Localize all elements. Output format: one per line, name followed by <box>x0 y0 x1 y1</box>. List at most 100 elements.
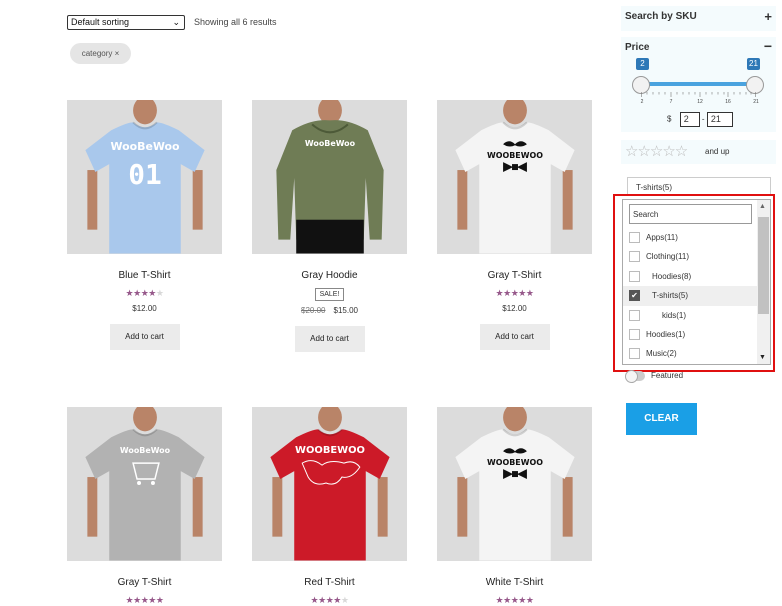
svg-text:WOOBEWOO: WOOBEWOO <box>487 458 543 467</box>
plus-icon[interactable]: + <box>764 9 772 24</box>
sku-filter-widget[interactable]: Search by SKU + <box>621 6 776 31</box>
rating-and-up-label: and up <box>705 147 730 156</box>
product-price: $12.00 <box>437 304 592 313</box>
active-filter-chip[interactable]: category × <box>70 43 131 64</box>
category-option[interactable]: Music(2) <box>623 344 757 363</box>
checkbox-icon[interactable] <box>629 270 640 282</box>
price-min-input[interactable]: 2 <box>679 112 700 127</box>
product-title[interactable]: White T-Shirt <box>437 577 592 588</box>
clear-button[interactable]: CLEAR <box>626 403 697 435</box>
price-tick-label: 7 <box>669 99 673 105</box>
product-rating: ★★★★★ <box>125 288 164 298</box>
svg-text:WOOBEWOO: WOOBEWOO <box>487 151 543 160</box>
product-image[interactable]: WOOBEWOO <box>437 407 592 561</box>
product-image[interactable]: WooBeWoo 01 <box>67 100 222 254</box>
checkbox-icon[interactable] <box>629 348 640 360</box>
category-search-input[interactable]: Search <box>629 204 752 224</box>
checkbox-icon[interactable] <box>629 232 640 243</box>
price-max-badge: 21 <box>747 58 760 70</box>
product-title[interactable]: Red T-Shirt <box>252 577 407 588</box>
add-to-cart-button[interactable]: Add to cart <box>479 324 550 350</box>
category-option-label: Hoodies(8) <box>652 271 692 281</box>
category-option[interactable]: ✔ T-shirts(5) <box>623 286 757 306</box>
checkbox-icon[interactable] <box>629 309 640 321</box>
product-card[interactable]: WooBeWoo Gray Hoodie SALE! $20.00 $15.00 Add … <box>252 100 407 352</box>
product-image-graphic: WooBeWoo 01 <box>84 100 205 254</box>
product-image-graphic: WOOBEWOO <box>454 407 575 561</box>
product-title[interactable]: Blue T-Shirt <box>67 270 222 281</box>
category-option[interactable]: Hoodies(1) <box>623 325 757 344</box>
product-rating: ★★★★★ <box>495 595 534 605</box>
product-card[interactable]: WOOBEWOO White T-Shirt ★★★★★ <box>437 407 592 606</box>
category-option[interactable]: Apps(11) <box>623 228 757 247</box>
minus-icon[interactable]: − <box>764 38 772 54</box>
product-title[interactable]: Gray T-Shirt <box>437 270 592 281</box>
checkbox-icon[interactable] <box>629 251 640 263</box>
product-rating: ★★★★★ <box>125 595 164 605</box>
sort-select[interactable]: Default sorting ⌄ <box>67 15 185 30</box>
price-range-separator: - <box>701 114 705 124</box>
category-option-label: Clothing(11) <box>646 252 689 262</box>
svg-text:WOOBEWOO: WOOBEWOO <box>295 445 365 456</box>
product-title[interactable]: Gray T-Shirt <box>67 577 222 588</box>
scroll-up-icon[interactable]: ▲ <box>759 203 766 210</box>
featured-label: Featured <box>651 371 684 380</box>
sale-badge: SALE! <box>314 288 345 301</box>
product-price: $12.00 <box>67 304 222 313</box>
currency-symbol: $ <box>667 114 672 124</box>
price-tick-label: 21 <box>753 99 759 105</box>
svg-text:WooBeWoo: WooBeWoo <box>304 139 355 148</box>
add-to-cart-button[interactable]: Add to cart <box>294 326 365 352</box>
price-tick-label: 12 <box>697 99 703 105</box>
product-image[interactable]: WooBeWoo <box>67 407 222 561</box>
category-list: Apps(11) Clothing(11) Hoodies(8) ✔ T-shirts(… <box>623 228 757 364</box>
sku-filter-title: Search by SKU <box>625 11 697 22</box>
old-price: $20.00 <box>301 306 326 315</box>
price-filter-widget: Price − 2 21 2 7 12 16 21 $ 2 - 21 <box>621 37 776 132</box>
product-image[interactable]: WOOBEWOO <box>437 100 592 254</box>
product-image[interactable]: WOOBEWOO <box>252 407 407 561</box>
category-option-label: Apps(11) <box>646 233 678 242</box>
rating-stars-icon[interactable]: ☆☆☆☆☆ <box>625 142 688 160</box>
checkbox-icon[interactable] <box>629 328 640 340</box>
scroll-thumb[interactable] <box>758 217 769 314</box>
product-price: $20.00 $15.00 <box>252 306 407 315</box>
price-tick-label: 2 <box>640 99 644 105</box>
scroll-down-icon[interactable]: ▼ <box>759 354 766 361</box>
add-to-cart-button[interactable]: Add to cart <box>109 324 180 350</box>
product-image-graphic: WooBeWoo <box>275 100 384 254</box>
sort-select-value: Default sorting <box>71 17 130 27</box>
category-dropdown: Search Apps(11) Clothing(11) Hoodies(8) ✔ T-… <box>622 199 771 365</box>
rating-filter-widget[interactable]: ☆☆☆☆☆ and up <box>621 140 776 164</box>
category-option-label: Hoodies(1) <box>646 329 686 339</box>
featured-toggle[interactable] <box>625 370 645 383</box>
svg-text:WooBeWoo: WooBeWoo <box>119 446 170 455</box>
svg-text:01: 01 <box>128 158 162 191</box>
product-card[interactable]: WOOBEWOO Red T-Shirt ★★★★★ <box>252 407 407 606</box>
category-option[interactable]: Hoodies(8) <box>623 267 757 286</box>
svg-text:WooBeWoo: WooBeWoo <box>110 140 179 153</box>
category-select[interactable]: T-shirts(5) <box>627 177 771 196</box>
price-slider-ticks <box>641 92 756 97</box>
category-option-label: kids(1) <box>662 310 687 320</box>
product-card[interactable]: WooBeWoo 01 Blue T-Shirt ★★★★★ $12.00 Add to… <box>67 100 222 350</box>
current-price: $15.00 <box>333 306 358 315</box>
price-inputs: $ 2 - 21 <box>667 112 733 127</box>
dropdown-scrollbar[interactable]: ▲ ▼ <box>757 200 770 364</box>
product-image[interactable]: WooBeWoo <box>252 100 407 254</box>
product-title[interactable]: Gray Hoodie <box>252 270 407 281</box>
product-rating: ★★★★★ <box>495 288 534 298</box>
product-card[interactable]: WooBeWoo Gray T-Shirt ★★★★★ <box>67 407 222 606</box>
product-image-graphic: WOOBEWOO <box>454 100 575 254</box>
current-price: $12.00 <box>132 304 157 313</box>
checkbox-checked-icon[interactable]: ✔ <box>629 290 640 302</box>
current-price: $12.00 <box>502 304 527 313</box>
category-option-label: Music(2) <box>646 349 677 359</box>
product-image-graphic: WOOBEWOO <box>269 407 390 561</box>
category-option[interactable]: Clothing(11) <box>623 247 757 266</box>
category-option[interactable]: kids(1) <box>623 306 757 325</box>
product-card[interactable]: WOOBEWOO Gray T-Shirt ★★★★★ $12.00 Add to c… <box>437 100 592 350</box>
price-min-badge: 2 <box>636 58 649 70</box>
price-max-input[interactable]: 21 <box>706 112 733 127</box>
price-slider-track[interactable] <box>641 82 756 86</box>
